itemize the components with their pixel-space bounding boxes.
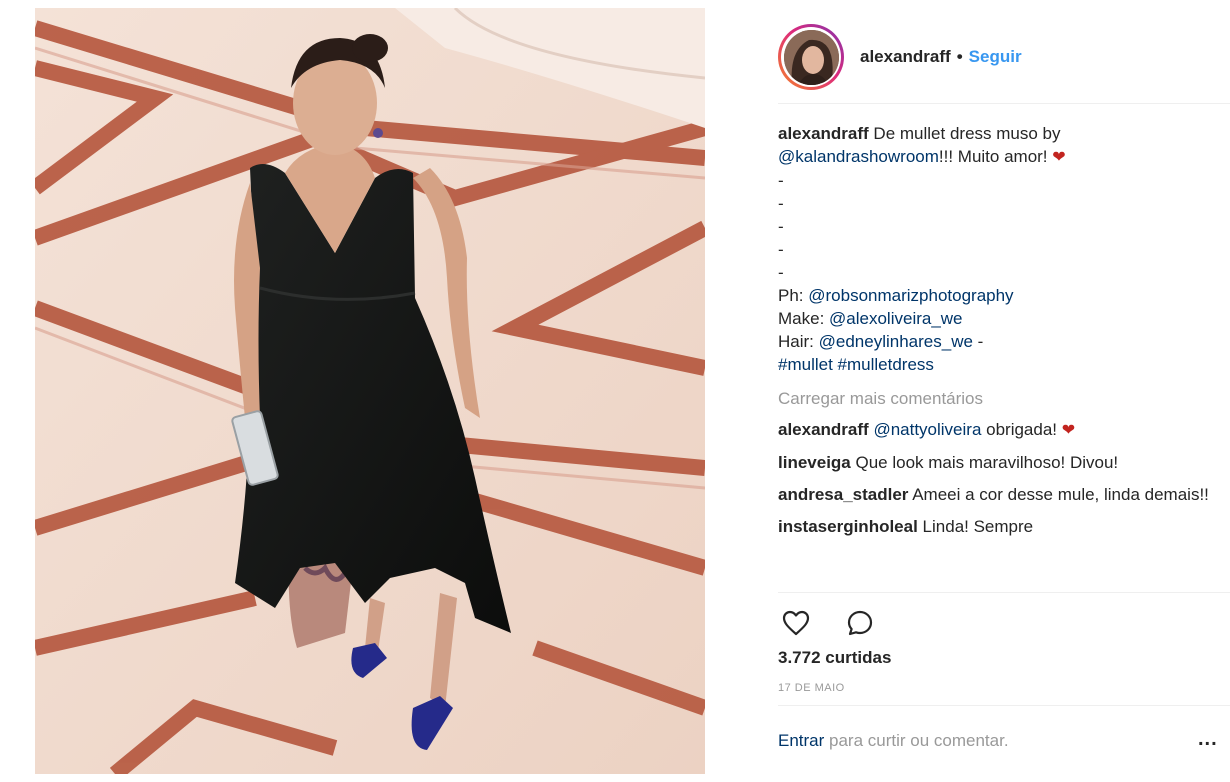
- comment-username[interactable]: andresa_stadler: [778, 485, 908, 504]
- comment-item: instaserginholeal Linda! Sempre: [778, 515, 1218, 538]
- avatar-image: [783, 29, 839, 85]
- credit-makeup-mention[interactable]: @alexoliveira_we: [829, 309, 963, 328]
- caption-dash: -: [778, 263, 784, 282]
- hashtags: #mullet #mulletdress: [778, 353, 1218, 376]
- header-username[interactable]: alexandraff: [860, 47, 951, 67]
- comment-username[interactable]: alexandraff: [778, 420, 869, 439]
- more-options-button[interactable]: ...: [1198, 728, 1218, 751]
- comment-item: lineveiga Que look mais maravilhoso! Div…: [778, 451, 1218, 474]
- comment-username[interactable]: instaserginholeal: [778, 517, 918, 536]
- likes-count[interactable]: 3.772 curtidas: [778, 648, 891, 668]
- comments-section: alexandraff De mullet dress muso by @kal…: [778, 122, 1218, 547]
- post-photo[interactable]: [35, 8, 705, 774]
- credit-photographer: Ph: @robsonmarizphotography: [778, 286, 1014, 305]
- divider: [778, 592, 1230, 593]
- avatar[interactable]: [778, 24, 844, 90]
- caption-dash: -: [778, 217, 784, 236]
- divider: [778, 705, 1230, 706]
- caption-dash: -: [778, 240, 784, 259]
- heart-outline-icon: [782, 610, 810, 636]
- caption: alexandraff De mullet dress muso by @kal…: [778, 122, 1218, 169]
- comment-item: alexandraff @nattyoliveira obrigada! ❤: [778, 418, 1218, 442]
- login-link[interactable]: Entrar: [778, 731, 824, 750]
- post-date: 17 DE MAIO: [778, 682, 845, 694]
- load-more-comments-button[interactable]: Carregar mais comentários: [778, 387, 1218, 410]
- heart-emoji-icon: ❤: [1052, 149, 1066, 166]
- login-prompt: Entrar para curtir ou comentar.: [778, 731, 1009, 751]
- heart-emoji-icon: ❤: [1061, 422, 1076, 439]
- divider: [778, 103, 1230, 104]
- comment-item: andresa_stadler Ameei a cor desse mule, …: [778, 483, 1218, 506]
- comment-text: Linda! Sempre: [917, 517, 1034, 536]
- hashtag-link[interactable]: #mullet: [778, 355, 833, 374]
- caption-mention[interactable]: @kalandrashowroom: [778, 147, 939, 166]
- post-sidebar: alexandraff • Seguir alexandraff De mull…: [778, 0, 1230, 782]
- hashtag-link[interactable]: #mulletdress: [838, 355, 934, 374]
- post-header: alexandraff • Seguir: [778, 24, 1230, 90]
- action-bar: [778, 604, 906, 642]
- caption-text: De mullet dress muso by: [868, 124, 1061, 143]
- credit-hair: Hair: @edneylinhares_we -: [778, 332, 984, 351]
- speech-bubble-icon: [847, 610, 873, 636]
- login-prompt-text: para curtir ou comentar.: [824, 731, 1009, 750]
- comment-username[interactable]: lineveiga: [778, 453, 851, 472]
- credit-hair-mention[interactable]: @edneylinhares_we: [819, 332, 973, 351]
- caption-dash: -: [778, 194, 784, 213]
- comment-text: Ameei a cor desse mule, linda demais!!: [908, 485, 1209, 504]
- credit-photographer-mention[interactable]: @robsonmarizphotography: [808, 286, 1013, 305]
- caption-text-2: !!! Muito amor!: [938, 147, 1053, 166]
- comment-mention[interactable]: @nattyoliveira: [873, 420, 981, 439]
- caption-username[interactable]: alexandraff: [778, 124, 869, 143]
- follow-button[interactable]: Seguir: [969, 47, 1022, 67]
- post-photo-illustration: [35, 8, 705, 774]
- comment-text: obrigada!: [981, 420, 1062, 439]
- credit-makeup: Make: @alexoliveira_we: [778, 309, 963, 328]
- comment-button[interactable]: [842, 605, 878, 641]
- comment-text: Que look mais maravilhoso! Divou!: [850, 453, 1119, 472]
- like-button[interactable]: [778, 605, 814, 641]
- header-separator: •: [956, 47, 963, 66]
- caption-dash: -: [778, 171, 784, 190]
